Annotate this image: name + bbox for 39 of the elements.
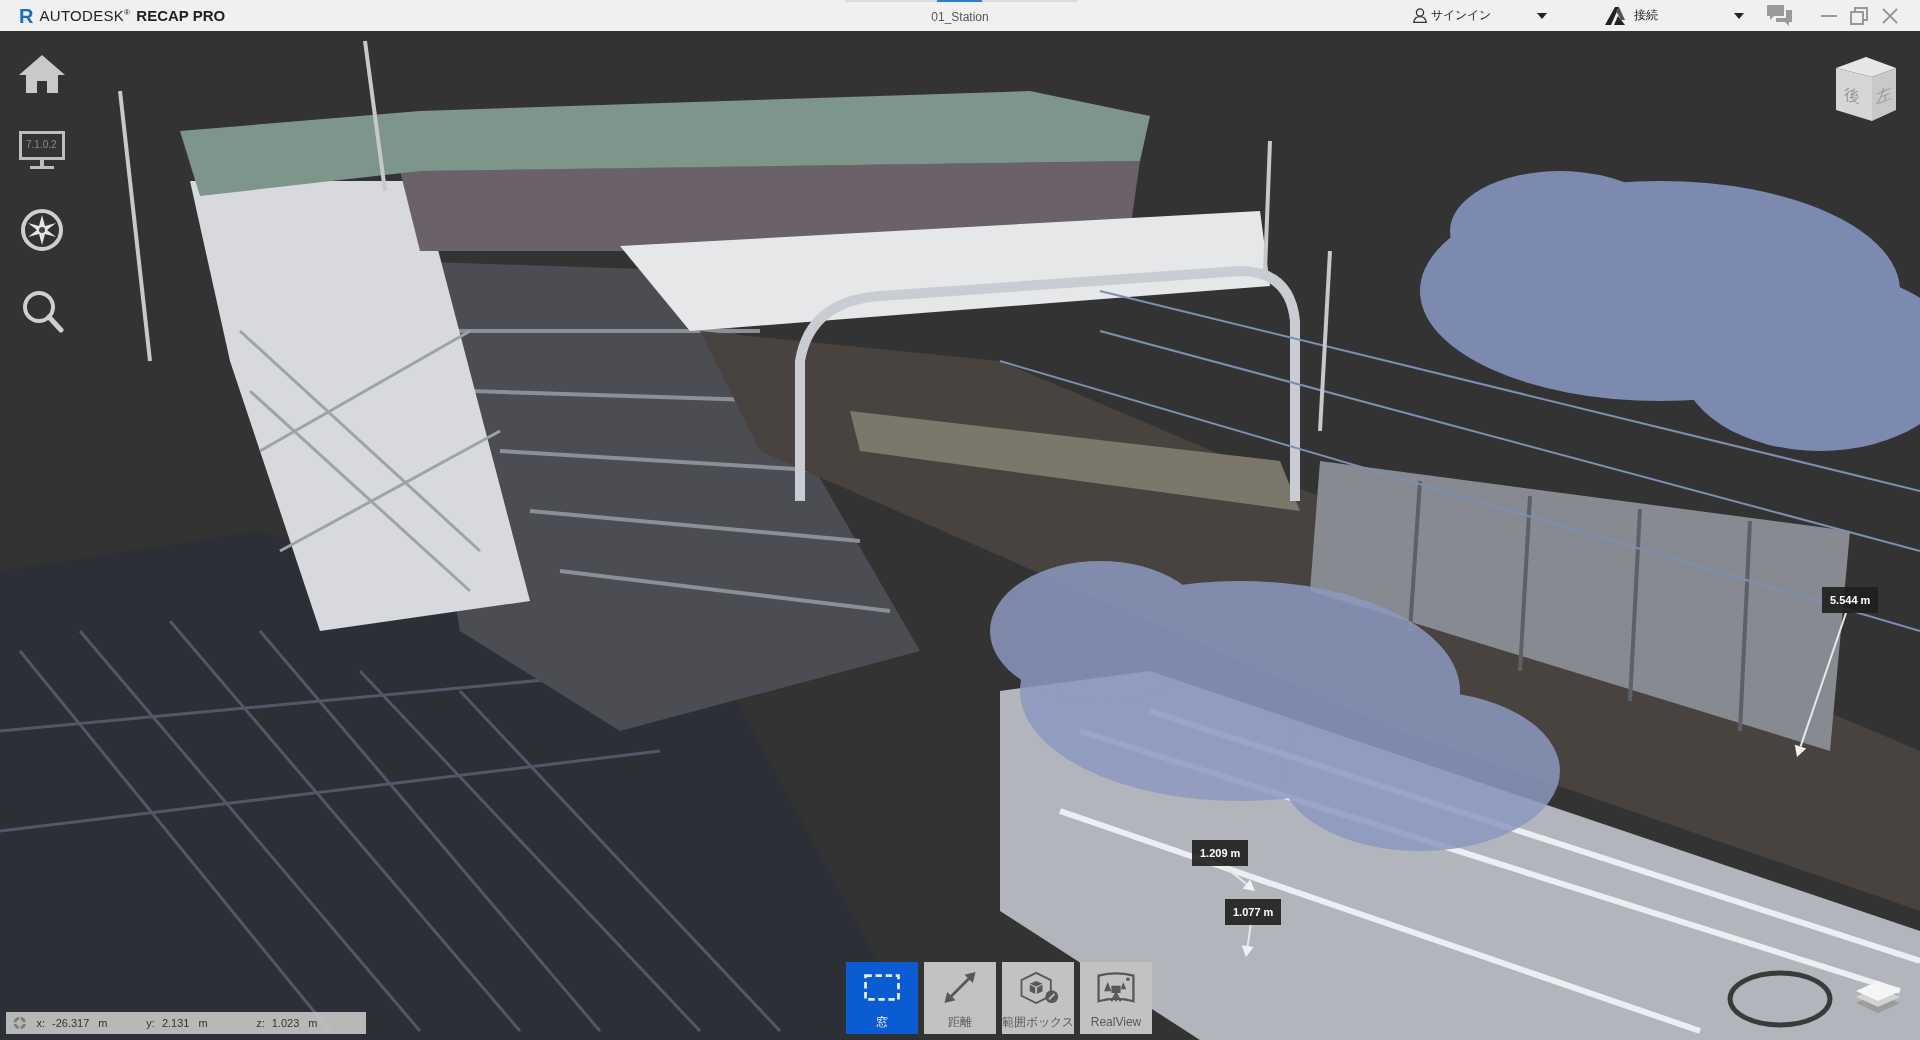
tool-button[interactable]: RealView	[1080, 962, 1152, 1034]
layers-icon[interactable]	[1854, 979, 1902, 1015]
panorama-camera-icon	[1094, 971, 1138, 1004]
monitor-icon[interactable]	[19, 131, 65, 171]
home-icon[interactable]	[18, 54, 66, 94]
measurement-label: 1.077 m	[1225, 899, 1282, 925]
restore-icon[interactable]	[1850, 6, 1868, 25]
target-icon	[13, 1016, 27, 1030]
unit-label: m	[198, 1017, 208, 1029]
caret-icon	[1734, 12, 1744, 19]
caret-icon	[1537, 12, 1547, 19]
brand-name: AUTODESK$^{®}$	[39, 7, 131, 24]
measurement-label: 5.544 m	[1822, 587, 1879, 613]
axis-label: z:	[256, 1017, 265, 1029]
coordinate-value: 1.023	[271, 1017, 300, 1029]
coordinate-value: -26.317	[52, 1017, 90, 1029]
close-icon[interactable]	[1882, 7, 1898, 24]
zoom-icon[interactable]	[20, 289, 64, 333]
user-icon	[1413, 8, 1427, 23]
unit-label: m	[308, 1017, 318, 1029]
measurement-arrow	[1223, 865, 1255, 891]
tool-button[interactable]: 窓	[846, 962, 918, 1034]
connect-dropdown[interactable]: 接続	[1605, 3, 1744, 28]
display-label: 7.1.0.2	[26, 138, 57, 152]
measurement-arrow	[1241, 922, 1254, 957]
product-name: RECAP PRO	[136, 7, 226, 24]
logo-icon	[1605, 6, 1625, 25]
sign-in-dropdown[interactable]: サインイン	[1413, 3, 1547, 28]
axis-label: x:	[36, 1017, 46, 1029]
axis-label: y:	[146, 1017, 155, 1029]
unit-label: m	[98, 1017, 108, 1029]
compass-icon[interactable]	[20, 208, 64, 252]
chat-icon[interactable]	[1767, 4, 1792, 27]
app-logo: R	[19, 4, 34, 27]
window-title: 01_Station	[931, 9, 989, 24]
tool-button[interactable]: 距離	[924, 962, 996, 1034]
coordinate-value: 2.131	[161, 1017, 190, 1029]
tool-button[interactable]: 範囲ボックス	[1002, 962, 1074, 1034]
measurement-label: 1.209 m	[1192, 840, 1249, 866]
